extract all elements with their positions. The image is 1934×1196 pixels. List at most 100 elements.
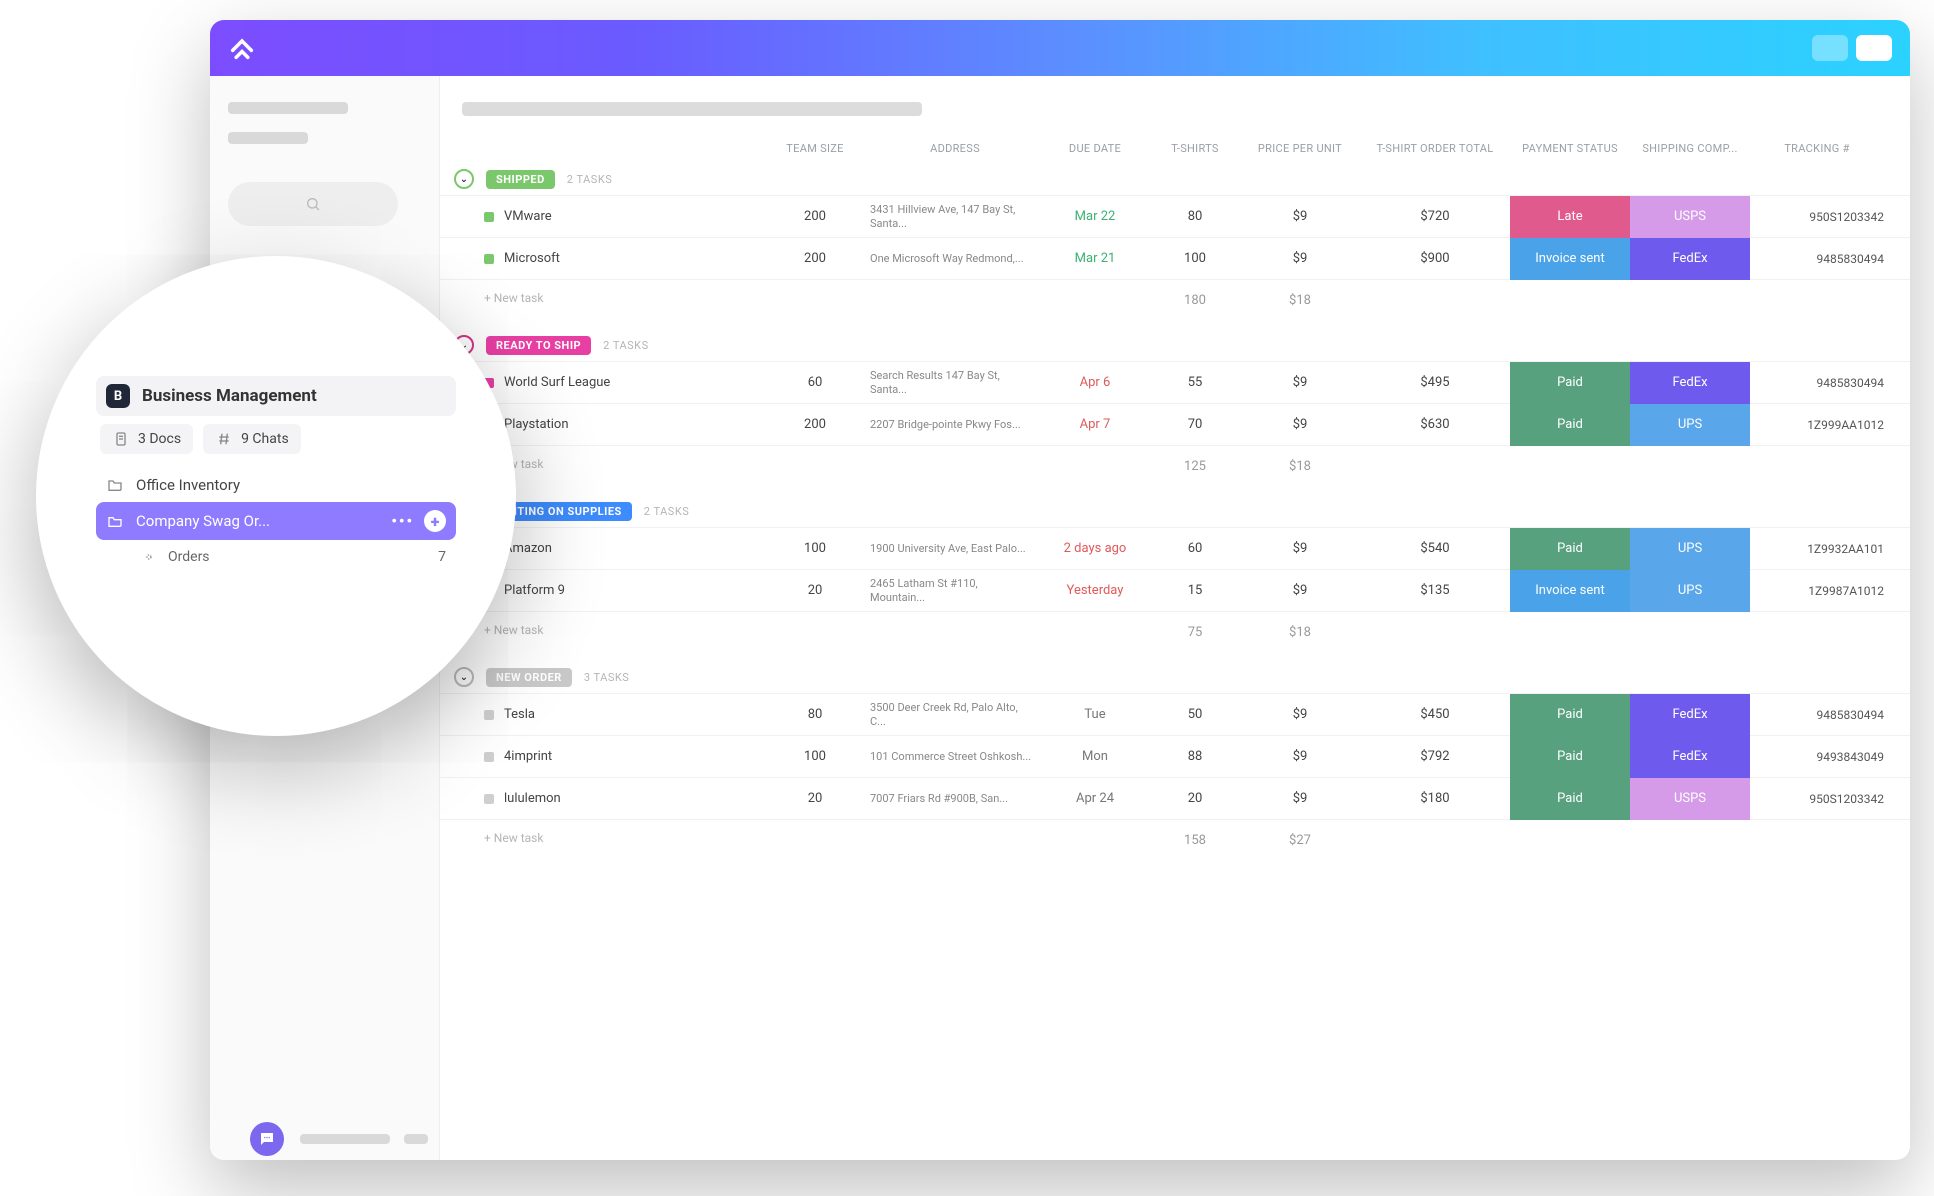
col-address: ADDRESS bbox=[870, 142, 1040, 155]
cell-team-size: 20 bbox=[760, 583, 870, 598]
status-square-icon bbox=[484, 752, 494, 762]
footer-placeholder bbox=[300, 1134, 390, 1144]
sidebar-subitem-count: 7 bbox=[438, 549, 446, 565]
footer-ppu: $27 bbox=[1240, 833, 1360, 848]
space-header[interactable]: B Business Management bbox=[96, 376, 456, 416]
titlebar-pill-1[interactable] bbox=[1812, 35, 1848, 61]
group-header[interactable]: ⌄ READY TO SHIP 2 TASKS bbox=[440, 329, 1910, 361]
shipping-company-tag[interactable]: USPS bbox=[1630, 196, 1750, 238]
status-square-icon bbox=[484, 254, 494, 264]
cell-address: 3431 Hillview Ave, 147 Bay St, Santa... bbox=[870, 203, 1040, 229]
group-header[interactable]: ⌄ NEW ORDER 3 TASKS bbox=[440, 661, 1910, 693]
group-header[interactable]: ⌄ SHIPPED 2 TASKS bbox=[440, 163, 1910, 195]
sidebar-subitem-label: Orders bbox=[168, 549, 210, 565]
group-header[interactable]: ⌄ WAITING ON SUPPLIES 2 TASKS bbox=[440, 495, 1910, 527]
task-row[interactable]: World Surf League 60 Search Results 147 … bbox=[440, 361, 1910, 403]
cell-tracking: 1Z9987A1012 bbox=[1750, 584, 1900, 598]
task-row[interactable]: Microsoft 200 One Microsoft Way Redmond,… bbox=[440, 237, 1910, 279]
add-button[interactable]: + bbox=[424, 510, 446, 532]
collapse-toggle-icon[interactable]: ⌄ bbox=[454, 667, 474, 687]
task-row[interactable]: 4imprint 100 101 Commerce Street Oshkosh… bbox=[440, 735, 1910, 777]
chat-bubble-icon[interactable] bbox=[250, 1122, 284, 1156]
payment-status-tag[interactable]: Paid bbox=[1510, 694, 1630, 736]
group-footer: 75 $18 bbox=[440, 611, 1910, 653]
more-icon[interactable]: ••• bbox=[391, 512, 414, 530]
cell-tracking: 9485830494 bbox=[1750, 376, 1900, 390]
col-tshirts: T-SHIRTS bbox=[1150, 142, 1240, 155]
shipping-company-tag[interactable]: USPS bbox=[1630, 778, 1750, 820]
payment-status-tag[interactable]: Paid bbox=[1510, 736, 1630, 778]
task-row[interactable]: VMware 200 3431 Hillview Ave, 147 Bay St… bbox=[440, 195, 1910, 237]
payment-status-tag[interactable]: Invoice sent bbox=[1510, 238, 1630, 280]
cell-address: 7007 Friars Rd #900B, San... bbox=[870, 792, 1040, 805]
sidebar-subitem-orders[interactable]: Orders 7 bbox=[96, 540, 456, 574]
payment-status-tag[interactable]: Paid bbox=[1510, 528, 1630, 570]
sidebar-item-office-inventory[interactable]: Office Inventory bbox=[96, 468, 456, 502]
task-row[interactable]: lululemon 20 7007 Friars Rd #900B, San..… bbox=[440, 777, 1910, 819]
cell-address: One Microsoft Way Redmond,... bbox=[870, 252, 1040, 265]
task-count: 2 TASKS bbox=[644, 505, 689, 518]
col-tracking: TRACKING # bbox=[1750, 142, 1900, 155]
cell-tshirts: 100 bbox=[1150, 251, 1240, 266]
task-group: ⌄ WAITING ON SUPPLIES 2 TASKS Amazon 100… bbox=[440, 495, 1910, 653]
docs-chip[interactable]: 3 Docs bbox=[100, 424, 193, 454]
task-name: World Surf League bbox=[504, 375, 610, 390]
task-name: Microsoft bbox=[504, 251, 560, 266]
cell-due-date: Apr 7 bbox=[1040, 417, 1150, 432]
shipping-company-tag[interactable]: UPS bbox=[1630, 404, 1750, 446]
cell-tshirts: 20 bbox=[1150, 791, 1240, 806]
task-name: Platform 9 bbox=[504, 583, 565, 598]
shipping-company-tag[interactable]: FedEx bbox=[1630, 362, 1750, 404]
cell-due-date: Apr 6 bbox=[1040, 375, 1150, 390]
task-row[interactable]: Playstation 200 2207 Bridge-pointe Pkwy … bbox=[440, 403, 1910, 445]
shipping-company-tag[interactable]: UPS bbox=[1630, 528, 1750, 570]
payment-status-tag[interactable]: Late bbox=[1510, 196, 1630, 238]
status-square-icon bbox=[484, 794, 494, 804]
col-shipping-company: SHIPPING COMP... bbox=[1630, 142, 1750, 155]
status-pill: NEW ORDER bbox=[486, 668, 572, 687]
payment-status-tag[interactable]: Paid bbox=[1510, 778, 1630, 820]
footer-tshirts: 75 bbox=[1150, 625, 1240, 640]
cell-tracking: 950S1203342 bbox=[1750, 210, 1900, 224]
cell-tracking: 1Z9932AA101 bbox=[1750, 542, 1900, 556]
sidebar-item-company-swag[interactable]: Company Swag Or... ••• + bbox=[96, 502, 456, 540]
shipping-company-tag[interactable]: FedEx bbox=[1630, 238, 1750, 280]
payment-status-tag[interactable]: Paid bbox=[1510, 404, 1630, 446]
task-row[interactable]: Amazon 100 1900 University Ave, East Pal… bbox=[440, 527, 1910, 569]
collapse-toggle-icon[interactable]: ⌄ bbox=[454, 169, 474, 189]
shipping-company-tag[interactable]: FedEx bbox=[1630, 736, 1750, 778]
cell-tracking: 950S1203342 bbox=[1750, 792, 1900, 806]
cell-tshirts: 50 bbox=[1150, 707, 1240, 722]
footer-placeholder bbox=[404, 1134, 428, 1144]
cell-order-total: $792 bbox=[1360, 749, 1510, 764]
status-pill: READY TO SHIP bbox=[486, 336, 591, 355]
cell-order-total: $135 bbox=[1360, 583, 1510, 598]
footer-ppu: $18 bbox=[1240, 625, 1360, 640]
task-group: ⌄ SHIPPED 2 TASKS VMware 200 3431 Hillvi… bbox=[440, 163, 1910, 321]
folder-icon bbox=[106, 476, 124, 494]
cell-address: 101 Commerce Street Oshkosh... bbox=[870, 750, 1040, 763]
payment-status-tag[interactable]: Invoice sent bbox=[1510, 570, 1630, 612]
chats-chip[interactable]: 9 Chats bbox=[203, 424, 301, 454]
shipping-company-tag[interactable]: FedEx bbox=[1630, 694, 1750, 736]
titlebar-pill-2[interactable] bbox=[1856, 35, 1892, 61]
shipping-company-tag[interactable]: UPS bbox=[1630, 570, 1750, 612]
cell-price-per-unit: $9 bbox=[1240, 209, 1360, 224]
cell-tshirts: 80 bbox=[1150, 209, 1240, 224]
cell-address: 2465 Latham St #110, Mountain... bbox=[870, 577, 1040, 603]
task-row[interactable]: Tesla 80 3500 Deer Creek Rd, Palo Alto, … bbox=[440, 693, 1910, 735]
cell-team-size: 100 bbox=[760, 541, 870, 556]
cell-price-per-unit: $9 bbox=[1240, 251, 1360, 266]
hash-icon bbox=[215, 430, 233, 448]
task-group: ⌄ NEW ORDER 3 TASKS Tesla 80 3500 Deer C… bbox=[440, 661, 1910, 861]
task-row[interactable]: Platform 9 20 2465 Latham St #110, Mount… bbox=[440, 569, 1910, 611]
cell-tshirts: 55 bbox=[1150, 375, 1240, 390]
cell-tracking: 9493843049 bbox=[1750, 750, 1900, 764]
task-name: Tesla bbox=[504, 707, 535, 722]
sidebar-placeholder bbox=[228, 102, 348, 114]
sidebar-search[interactable] bbox=[228, 182, 398, 226]
payment-status-tag[interactable]: Paid bbox=[1510, 362, 1630, 404]
footer-tshirts: 158 bbox=[1150, 833, 1240, 848]
cell-due-date: Mar 21 bbox=[1040, 251, 1150, 266]
cell-price-per-unit: $9 bbox=[1240, 583, 1360, 598]
